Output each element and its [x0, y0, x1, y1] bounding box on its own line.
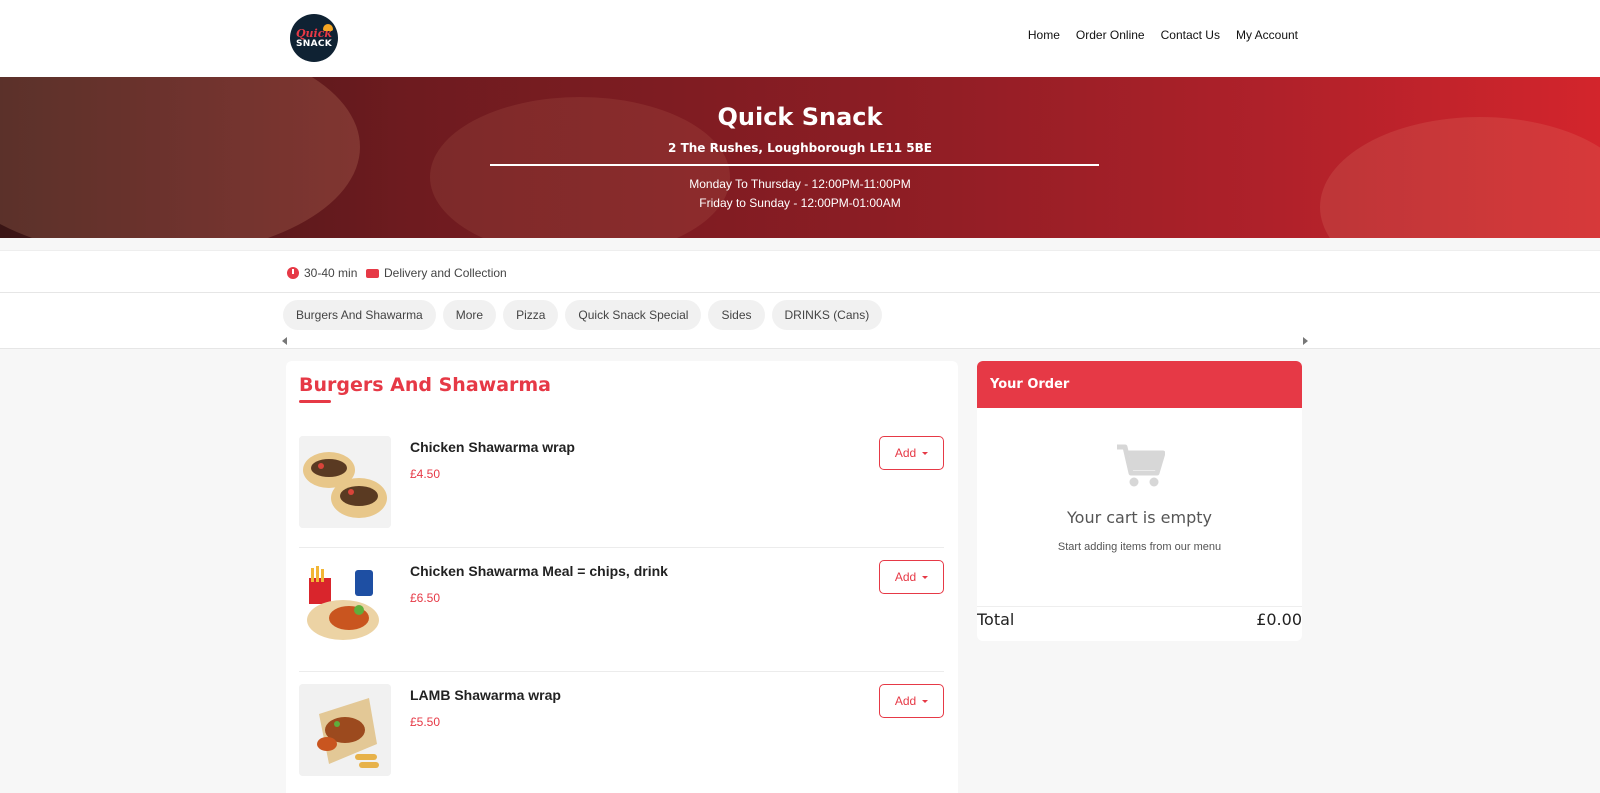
menu-item-name: Chicken Shawarma wrap: [410, 439, 575, 455]
total-value: £0.00: [1256, 610, 1302, 629]
cart-icon: [1117, 444, 1165, 487]
category-sides[interactable]: Sides: [708, 300, 765, 330]
opening-hours-weekend: Friday to Sunday - 12:00PM-01:00AM: [699, 196, 901, 210]
service-type: Delivery and Collection: [366, 266, 507, 280]
menu-item-price: £4.50: [410, 467, 441, 481]
category-pizza[interactable]: Pizza: [503, 300, 559, 330]
service-type-label: Delivery and Collection: [384, 266, 507, 280]
add-button[interactable]: Add: [879, 684, 944, 718]
section-title-underline: [299, 400, 331, 403]
add-button[interactable]: Add: [879, 436, 944, 470]
menu-item-image: [299, 436, 391, 528]
top-navbar: Quick SNACK Home Order Online Contact Us…: [0, 0, 1600, 77]
delivery-time-label: 30-40 min: [304, 266, 358, 280]
category-chips: Burgers And Shawarma More Pizza Quick Sn…: [283, 300, 883, 330]
menu-item: Chicken Shawarma wrap £4.50 Add: [299, 424, 944, 548]
info-bar: 30-40 min Delivery and Collection: [0, 250, 1600, 293]
clock-icon: [287, 267, 299, 279]
quick-snack-logo[interactable]: Quick SNACK: [290, 14, 338, 62]
section-title: Burgers And Shawarma: [299, 374, 552, 396]
menu-item-price: £6.50: [410, 591, 441, 605]
logo-text-bottom: SNACK: [295, 38, 333, 49]
restaurant-address: 2 The Rushes, Loughborough LE11 5BE: [668, 141, 932, 155]
category-burgers-and-shawarma[interactable]: Burgers And Shawarma: [283, 300, 436, 330]
category-quick-snack-special[interactable]: Quick Snack Special: [565, 300, 702, 330]
burger-icon: [323, 24, 333, 31]
delivery-truck-icon: [366, 268, 379, 278]
menu-item-price: £5.50: [410, 715, 441, 729]
add-button-label: Add: [894, 446, 917, 460]
cart-empty-title: Your cart is empty: [1067, 508, 1212, 527]
caret-down-icon: [922, 575, 929, 579]
menu-card: Burgers And Shawarma Chicken Shawarma wr…: [286, 361, 958, 793]
category-more[interactable]: More: [442, 300, 497, 330]
add-button-label: Add: [894, 570, 917, 584]
category-drinks-cans[interactable]: DRINKS (Cans): [771, 300, 883, 330]
caret-down-icon: [922, 699, 929, 703]
menu-item-name: Chicken Shawarma Meal = chips, drink: [410, 563, 668, 579]
main-nav: Home Order Online Contact Us My Account: [1028, 28, 1298, 42]
nav-contact-us[interactable]: Contact Us: [1161, 28, 1220, 42]
opening-hours-weekday: Monday To Thursday - 12:00PM-11:00PM: [689, 177, 911, 191]
scroll-right-arrow-icon[interactable]: [1303, 337, 1308, 345]
nav-home[interactable]: Home: [1028, 28, 1060, 42]
hero-banner: Quick Snack 2 The Rushes, Loughborough L…: [0, 77, 1600, 238]
order-panel-title: Your Order: [977, 361, 1302, 408]
menu-item-image: [299, 560, 391, 652]
cart-empty-subtitle: Start adding items from our menu: [1057, 541, 1222, 553]
add-button[interactable]: Add: [879, 560, 944, 594]
category-bar: Burgers And Shawarma More Pizza Quick Sn…: [0, 293, 1600, 349]
scroll-left-arrow-icon[interactable]: [282, 337, 287, 345]
nav-order-online[interactable]: Order Online: [1076, 28, 1145, 42]
total-divider: [977, 606, 1302, 607]
menu-item: LAMB Shawarma wrap £5.50 Add: [299, 672, 944, 793]
nav-my-account[interactable]: My Account: [1236, 28, 1298, 42]
menu-item-image: [299, 684, 391, 776]
menu-item-name: LAMB Shawarma wrap: [410, 687, 561, 703]
restaurant-name: Quick Snack: [717, 103, 883, 131]
delivery-time: 30-40 min: [287, 266, 357, 280]
total-label: Total: [977, 610, 1015, 629]
menu-item: Chicken Shawarma Meal = chips, drink £6.…: [299, 548, 944, 672]
caret-down-icon: [922, 451, 929, 455]
order-panel: Your Order Your cart is empty Start addi…: [977, 361, 1302, 641]
hero-divider: [490, 164, 1099, 166]
hero-background-shape: [0, 77, 360, 238]
add-button-label: Add: [894, 694, 917, 708]
